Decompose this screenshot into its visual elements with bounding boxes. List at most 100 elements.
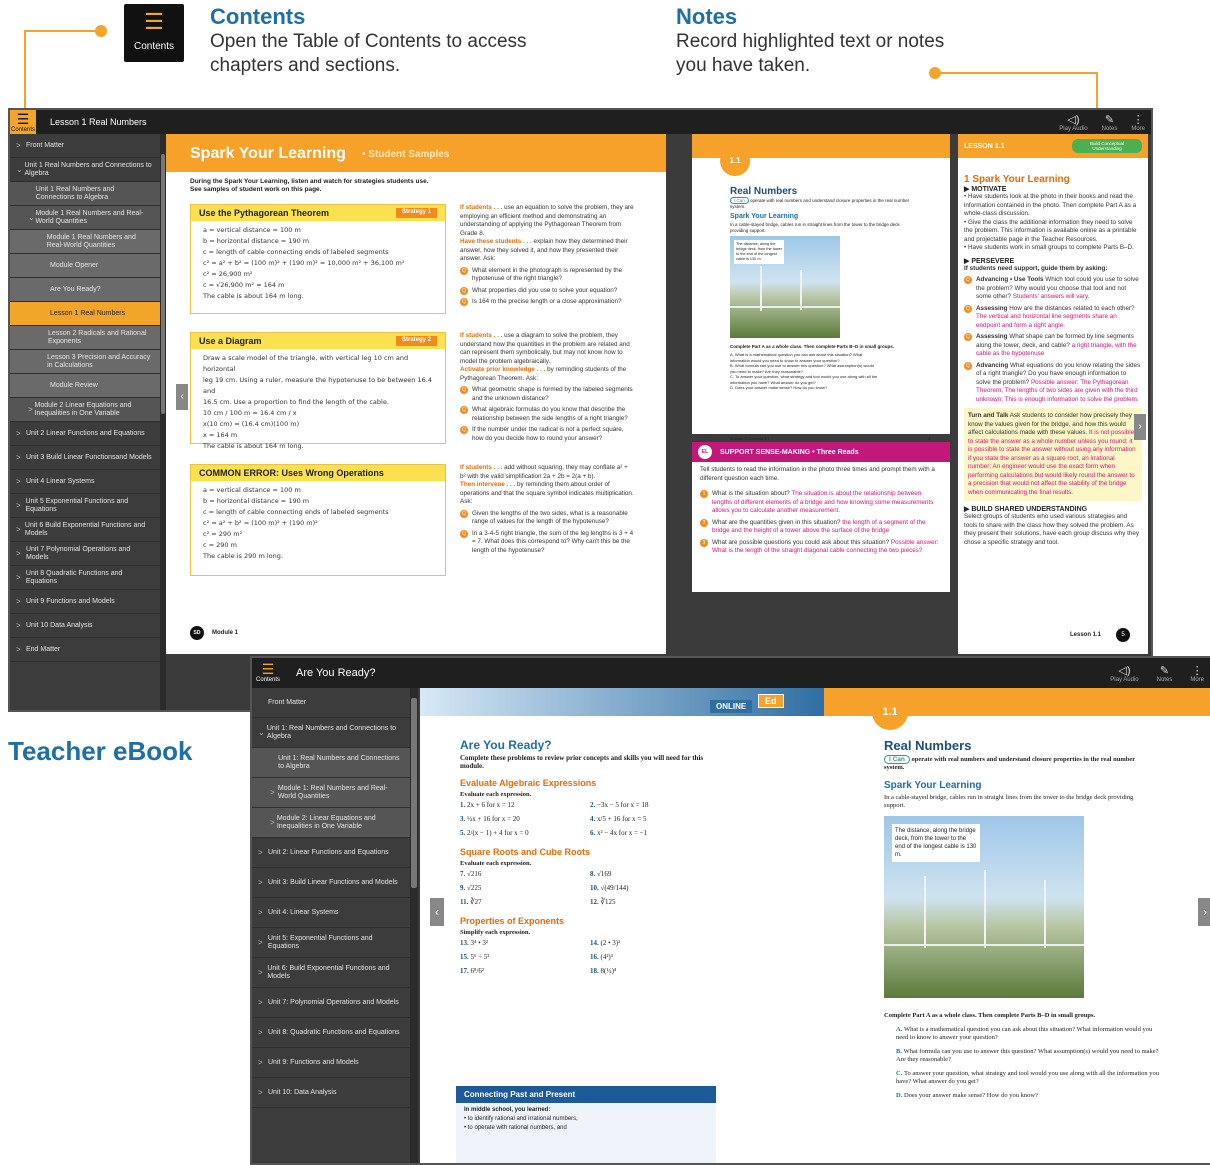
exercise-text: √216 (467, 870, 482, 878)
work-line: c = 290 m (203, 541, 237, 549)
sidebar-item[interactable]: > Front Matter (10, 134, 160, 158)
past-present-box: Connecting Past and Present In middle sc… (456, 1086, 716, 1163)
prev-page-button[interactable]: ‹ (176, 384, 188, 410)
next-page-button[interactable]: › (1134, 414, 1146, 440)
sidebar-item[interactable]: > Unit 7: Polynomial Operations and Model… (252, 988, 410, 1018)
sidebar-item[interactable]: > Unit 6 Build Exponential Functions and … (10, 518, 160, 542)
sidebar-item[interactable]: Module Opener (10, 254, 160, 278)
teacher-topbar: ☰ Contents Lesson 1 Real Numbers ◁) Play … (10, 110, 1151, 134)
teacher-contents-button[interactable]: ☰ Contents (10, 110, 36, 134)
rn-spark: Spark Your Learning (884, 780, 982, 791)
sidebar-item[interactable]: ⌄ Module 1 Real Numbers and Real-World Qu… (10, 206, 160, 230)
more-button[interactable]: ⋮ More (1190, 664, 1204, 683)
question-icon: Q (964, 361, 972, 370)
sidebar-item-label: Unit 5 Exponential Functions and Equatio… (25, 497, 129, 513)
play-audio-label: Play Audio (1110, 676, 1139, 683)
sidebar-item[interactable]: ⌄ Unit 1 Real Numbers and Connections to … (10, 158, 160, 182)
sidebar-item[interactable]: > Unit 4 Linear Systems (10, 470, 160, 494)
sidebar-item[interactable]: > Unit 7 Polynomial Operations and Models (10, 542, 160, 566)
notes-label: Notes (1101, 125, 1118, 132)
teacher-note-3: If students . . . add without squaring, … (460, 464, 634, 555)
past-present-sub: In middle school, you learned: (464, 1107, 551, 1113)
sidebar-item-label: Unit 8: Quadratic Functions and Equation… (268, 1028, 400, 1036)
sidebar-item[interactable]: Unit 1 Real Numbers and Connections to A… (10, 182, 160, 206)
notes-button[interactable]: ✎ Notes (1102, 113, 1118, 132)
part-text: Does your answer make sense? How do you … (735, 385, 828, 390)
persevere-item: Q Assessing What shape can be formed by l… (964, 333, 1142, 359)
prev-page-button[interactable]: ‹ (430, 898, 444, 926)
teacher-toolbar: ◁) Play Audio ✎ Notes ⋮ More (1059, 113, 1151, 132)
sidebar-item[interactable]: Module Review (10, 374, 160, 398)
sidebar-item[interactable]: > Unit 10 Data Analysis (10, 614, 160, 638)
sidebar-item-label: Unit 1: Real Numbers and Connections to … (266, 724, 397, 740)
sidebar-item[interactable]: > Module 2: Linear Equations and Inequali… (252, 808, 410, 838)
student-contents-button[interactable]: ☰ Contents (252, 658, 284, 688)
play-audio-button[interactable]: ◁) Play Audio (1110, 664, 1138, 683)
sidebar-item[interactable]: > Unit 9: Functions and Models (252, 1048, 410, 1078)
sidebar-item[interactable]: > Unit 10: Data Analysis (252, 1078, 410, 1108)
sidebar-item[interactable]: Are You Ready? (10, 278, 160, 302)
contents-icon-label: Contents (133, 41, 175, 52)
sidebar-item[interactable]: > Unit 3 Build Linear Functionsand Models (10, 446, 160, 470)
strategy-box-2-header: Use a Diagram Strategy 2 (191, 333, 445, 349)
note-lead: Activate prior knowledge . . . (460, 366, 548, 373)
sidebar-item[interactable]: > Unit 3: Build Linear Functions and Mode… (252, 868, 410, 898)
speaker-icon: ◁) (1118, 664, 1131, 677)
sidebar-item[interactable]: > Unit 2 Linear Functions and Equations (10, 422, 160, 446)
sidebar-item[interactable]: > Unit 2: Linear Functions and Equations (252, 838, 410, 868)
exercise-number: 10. (590, 884, 601, 892)
note-paragraph: Then intervene . . . by reminding them a… (460, 481, 634, 507)
chevron-right-icon: > (258, 907, 263, 917)
sidebar-item[interactable]: > Unit 4: Linear Systems (252, 898, 410, 928)
strategy-box-2-title: Use a Diagram (199, 336, 262, 346)
sidebar-item[interactable]: > Module 2 Linear Equations and Inequalit… (10, 398, 160, 422)
support-item: 3 What are possible questions you could a… (700, 538, 942, 556)
exercise-text: (2 • 3)² (600, 939, 621, 947)
next-page-button[interactable]: › (1198, 898, 1210, 926)
sidebar-item[interactable]: Unit 1: Real Numbers and Connections to … (252, 748, 410, 778)
sidebar-item[interactable]: > Unit 5: Exponential Functions and Equat… (252, 928, 410, 958)
chevron-right-icon: > (16, 524, 21, 534)
exercise: 6. x² − 4x for x = −1 (590, 829, 720, 837)
question-icon: Q (460, 406, 468, 414)
exercise-text: 2/(x − 1) + 4 for x = 0 (467, 829, 529, 837)
exercise-text: x/5 + 16 for x = 5 (597, 815, 647, 823)
lesson-number-badge: 1.1 (872, 694, 908, 730)
question-item: Q Given the lengths of the two sides, wha… (460, 509, 634, 527)
sidebar-item[interactable]: Lesson 3 Precision and Accuracy in Calcu… (10, 350, 160, 374)
sidebar-item[interactable]: > Module 1: Real Numbers and Real-World Q… (252, 778, 410, 808)
exercise: 1. 2x + 6 for x = 12 (460, 801, 590, 809)
sidebar-item[interactable]: > End Matter (10, 638, 160, 662)
sidebar-item-label: Lesson 2 Radicals and Rational Exponents (47, 329, 147, 345)
sidebar-item[interactable]: > Unit 8 Quadratic Functions and Equation… (10, 566, 160, 590)
sidebar-item[interactable]: Lesson 2 Radicals and Rational Exponents (10, 326, 160, 350)
photo-caption: The distance, along the bridge deck, fro… (734, 240, 784, 264)
contents-menu-icon[interactable]: ☰ Contents (124, 4, 184, 62)
exercise-text: ∛125 (600, 898, 616, 906)
ayr-title: Are You Ready? (460, 738, 552, 752)
exercise: 7. √216 (460, 870, 590, 878)
support-question: What are possible questions you could as… (712, 538, 891, 546)
notes-button[interactable]: ✎ Notes (1157, 664, 1173, 683)
chevron-right-icon: > (16, 620, 21, 630)
lesson-badge: Build Conceptual Understanding (1072, 139, 1142, 153)
sidebar-item[interactable]: Lesson 1 Real Numbers (10, 302, 160, 326)
more-button[interactable]: ⋮ More (1131, 113, 1145, 132)
lesson-header: LESSON 1.1 Build Conceptual Understandin… (958, 134, 1148, 158)
play-audio-button[interactable]: ◁) Play Audio (1059, 113, 1087, 132)
chevron-right-icon: > (270, 817, 275, 827)
sidebar-item[interactable]: > Unit 6: Build Exponential Functions and… (252, 958, 410, 988)
sidebar-scrollbar[interactable] (410, 688, 418, 1163)
sidebar-item[interactable]: > Unit 9 Functions and Models (10, 590, 160, 614)
part-letter: D. (896, 1092, 904, 1099)
sidebar-item[interactable]: Front Matter (252, 688, 410, 718)
sidebar-item[interactable]: ⌄ Unit 1: Real Numbers and Connections to… (252, 718, 410, 748)
sidebar-item[interactable]: Module 1 Real Numbers and Real-World Qua… (10, 230, 160, 254)
sidebar-item[interactable]: > Unit 8: Quadratic Functions and Equatio… (252, 1018, 410, 1048)
turn-talk-answer: It is not possible to state the answer a… (968, 429, 1136, 496)
sidebar-item[interactable]: > Unit 5 Exponential Functions and Equati… (10, 494, 160, 518)
part-text: What formula can you use to answer this … (896, 1048, 1159, 1063)
chevron-right-icon: > (258, 967, 263, 977)
work-line: b = horizontal distance = 190 m (203, 237, 310, 245)
chevron-right-icon: > (258, 1057, 263, 1067)
